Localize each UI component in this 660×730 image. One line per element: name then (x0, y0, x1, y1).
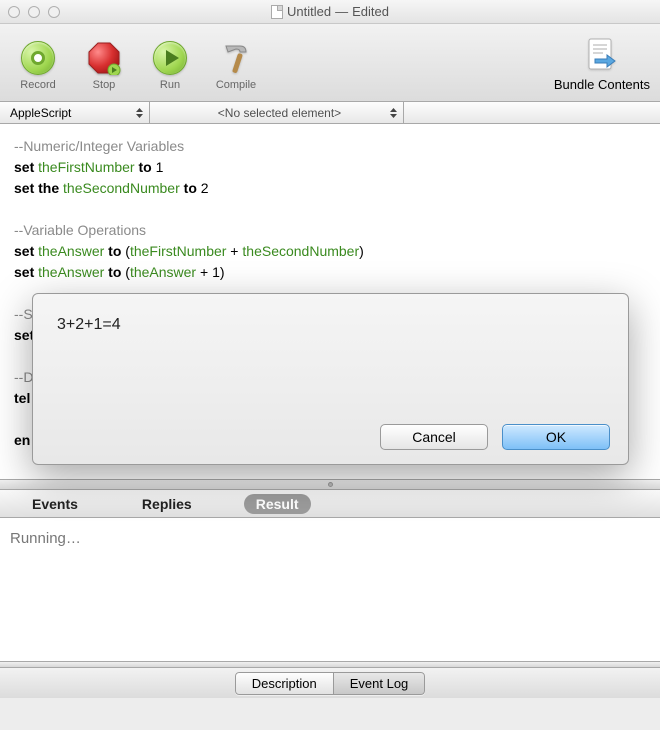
grip-icon (328, 482, 333, 487)
navigation-bar: AppleScript <No selected element> (0, 102, 660, 124)
code-token: theSecondNumber (63, 180, 180, 196)
title-filename: Untitled (287, 4, 331, 19)
tab-events[interactable]: Events (20, 494, 90, 514)
code-line: --D (14, 369, 33, 385)
code-token: theFirstNumber (130, 243, 226, 259)
stepper-icon (388, 107, 399, 119)
stop-button[interactable]: Stop (76, 39, 132, 91)
tab-result[interactable]: Result (244, 494, 311, 514)
code-token: to (104, 264, 125, 280)
dialog-message: 3+2+1=4 (57, 316, 608, 334)
description-button[interactable]: Description (235, 672, 334, 695)
ok-button[interactable]: OK (502, 424, 610, 450)
compile-button[interactable]: Compile (208, 39, 264, 91)
record-label: Record (20, 79, 55, 91)
code-token: to (180, 180, 201, 196)
record-button[interactable]: Record (10, 39, 66, 91)
bundle-icon (585, 37, 619, 75)
title-status: Edited (352, 4, 389, 19)
code-token: ) (359, 243, 364, 259)
code-token: 2 (201, 180, 209, 196)
horizontal-splitter[interactable] (0, 480, 660, 490)
code-line: en (14, 432, 30, 448)
bottom-bar: Description Event Log (0, 668, 660, 698)
run-icon (153, 41, 187, 75)
bundle-contents-button[interactable]: Bundle Contents (554, 37, 650, 92)
code-token: set (14, 243, 38, 259)
code-token: to (104, 243, 125, 259)
document-icon (271, 5, 283, 19)
code-token: theAnswer (38, 243, 104, 259)
event-log-button[interactable]: Event Log (334, 672, 426, 695)
language-selector[interactable]: AppleScript (0, 102, 150, 123)
element-selector[interactable]: <No selected element> (150, 102, 404, 123)
window-title: Untitled — Edited (0, 4, 660, 19)
stop-label: Stop (93, 79, 116, 91)
result-text: Running… (10, 530, 81, 547)
code-line: tel (14, 390, 30, 406)
titlebar: Untitled — Edited (0, 0, 660, 24)
code-line: --Numeric/Integer Variables (14, 138, 184, 154)
code-token: theFirstNumber (38, 159, 134, 175)
code-token: theAnswer (38, 264, 104, 280)
code-token: + 1) (196, 264, 224, 280)
code-token: set (14, 159, 38, 175)
stepper-icon (134, 107, 145, 119)
record-icon (21, 41, 55, 75)
cancel-button[interactable]: Cancel (380, 424, 488, 450)
run-label: Run (160, 79, 180, 91)
code-token: + (226, 243, 242, 259)
code-token: theSecondNumber (242, 243, 359, 259)
code-line: --Variable Operations (14, 222, 146, 238)
toolbar: Record Stop Run Compile (0, 24, 660, 102)
dialog-buttons: Cancel OK (380, 424, 610, 450)
code-line: --S (14, 306, 33, 322)
stop-icon (87, 41, 121, 75)
code-token: 1 (156, 159, 164, 175)
result-output: Running… (0, 518, 660, 662)
language-value: AppleScript (10, 106, 71, 120)
code-token: set (14, 264, 38, 280)
bundle-label: Bundle Contents (554, 77, 650, 92)
code-token: to (135, 159, 156, 175)
tab-replies[interactable]: Replies (130, 494, 204, 514)
compile-label: Compile (216, 79, 256, 91)
element-value: <No selected element> (218, 106, 341, 120)
run-button[interactable]: Run (142, 39, 198, 91)
title-dash: — (335, 4, 348, 19)
compile-icon (217, 39, 255, 77)
alert-dialog: 3+2+1=4 Cancel OK (32, 293, 629, 465)
log-tabs: Events Replies Result (0, 490, 660, 518)
code-token: set the (14, 180, 63, 196)
code-token: theAnswer (130, 264, 196, 280)
view-segmented-control: Description Event Log (235, 672, 426, 695)
